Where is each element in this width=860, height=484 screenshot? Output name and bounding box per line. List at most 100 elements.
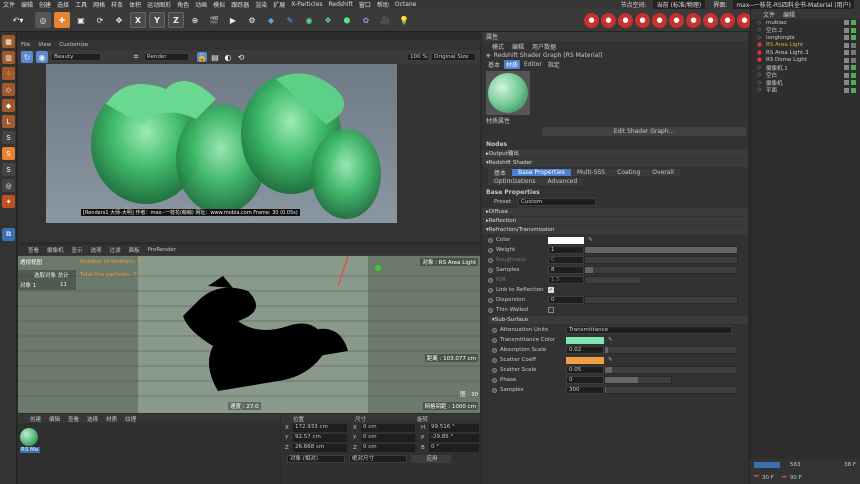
color-swatch[interactable] [566, 336, 604, 344]
material-name[interactable]: RS Ma [20, 447, 40, 453]
coord-position-field[interactable]: 92.57 cm [293, 434, 347, 442]
node-output[interactable]: ▸Output输出 [482, 150, 748, 158]
material-menu-item[interactable]: 查看 [68, 415, 79, 423]
menu-item[interactable]: 窗口 [359, 0, 371, 9]
object-name[interactable]: RS Area Light [766, 42, 844, 48]
render-settings-icon[interactable]: ⚙ [244, 12, 260, 28]
coord-rotation-field[interactable]: -29.85 ° [429, 434, 479, 442]
clear-icon[interactable]: ⟲ [236, 52, 246, 62]
object-visibility-icon[interactable] [844, 87, 849, 93]
shader-subtab[interactable]: Base Properties [512, 169, 571, 176]
link-reflection-checkbox[interactable]: ✓ [548, 287, 554, 293]
object-visibility-icon[interactable] [844, 35, 849, 41]
coord-position-field[interactable]: 172.933 cm [293, 424, 347, 432]
section-refraction[interactable]: ▾Refraction/Transmission [482, 226, 748, 234]
shader-subtab[interactable]: Coating [611, 169, 647, 176]
object-visibility-icon[interactable] [844, 27, 849, 33]
property-slider[interactable] [604, 376, 672, 384]
menu-item[interactable]: 跟踪器 [231, 0, 249, 9]
rs-proxy-icon[interactable]: ● [703, 12, 718, 28]
viewport-menu-item[interactable]: 摄像机 [47, 246, 64, 254]
material-menu-item[interactable]: 编辑 [49, 415, 60, 423]
object-visibility-icon[interactable] [844, 42, 849, 48]
rotate-icon[interactable]: ⟳ [92, 12, 108, 28]
attributes-tab[interactable]: 指定 [546, 60, 562, 69]
property-field[interactable]: 1.5 [548, 276, 584, 284]
object-tag-icon[interactable] [851, 42, 856, 48]
crop-icon[interactable]: ⌗ [131, 52, 141, 62]
timeline-bar[interactable] [754, 462, 780, 469]
render-menu-item[interactable]: File [21, 42, 30, 48]
object-tag-icon[interactable] [851, 50, 856, 56]
property-slider[interactable] [604, 386, 738, 394]
attenuation-select[interactable]: Transmittance [566, 326, 732, 334]
material-thumbnail[interactable] [20, 428, 38, 446]
attributes-tab[interactable]: 基本 [486, 60, 502, 69]
attributes-tab[interactable]: Editor [522, 61, 544, 68]
material-menu-item[interactable]: 材质 [106, 415, 117, 423]
scale-icon[interactable]: ▣ [73, 12, 89, 28]
material-menu-item[interactable]: 创建 [30, 415, 41, 423]
object-name[interactable]: longlongla [766, 35, 844, 41]
compare-icon[interactable]: ◐ [223, 52, 233, 62]
menu-item[interactable]: 运动图形 [147, 0, 171, 9]
ipr-button-icon[interactable]: ◉ [36, 51, 48, 63]
property-field[interactable]: 0 [548, 256, 584, 264]
viewport-menu-item[interactable]: 选项 [91, 246, 102, 254]
edit-shader-graph-button[interactable]: Edit Shader Graph... [542, 127, 746, 136]
menu-item[interactable]: 选择 [57, 0, 69, 9]
mode-texture-icon[interactable]: ▥ [2, 51, 15, 64]
zoom-field[interactable]: 100 % [407, 53, 429, 61]
object-name[interactable]: 平面 [766, 86, 844, 94]
coord-rotation-field[interactable]: 0 ° [429, 444, 479, 452]
coord-position-field[interactable]: 26.668 cm [293, 444, 347, 452]
cube-icon[interactable]: ◆ [263, 12, 279, 28]
cloner-icon[interactable]: ❖ [320, 12, 336, 28]
thin-walled-checkbox[interactable] [548, 307, 554, 313]
object-tag-icon[interactable] [851, 80, 856, 86]
render-region-icon[interactable]: 🎬 [206, 12, 222, 28]
select-icon[interactable]: ◎ [35, 12, 51, 28]
rs-render-icon[interactable]: ● [584, 12, 599, 28]
pen-icon[interactable]: ✎ [282, 12, 298, 28]
camera-icon[interactable]: 🎥 [377, 12, 393, 28]
object-name[interactable]: RS Area Light.3 [766, 50, 844, 56]
eyedropper-icon[interactable]: ✎ [588, 237, 593, 243]
property-field[interactable]: 300 [566, 386, 604, 394]
mode-model-icon[interactable]: ▦ [2, 35, 15, 48]
coord-size-mode-select[interactable]: 绝对尺寸 [349, 454, 407, 463]
object-visibility-icon[interactable] [844, 57, 849, 63]
transform-icon[interactable]: ✥ [111, 12, 127, 28]
snap-icon[interactable]: S [2, 131, 15, 144]
snapshot-icon[interactable]: ▤ [210, 52, 220, 62]
shader-subtab[interactable]: Advanced [541, 178, 584, 185]
rs-sun-icon[interactable]: ● [669, 12, 684, 28]
snap-settings-icon[interactable]: S [2, 147, 15, 160]
undo-icon[interactable]: ↶▾ [4, 12, 32, 28]
object-tag-icon[interactable] [851, 57, 856, 63]
menu-item[interactable]: 文件 [3, 0, 15, 9]
render-menu-item[interactable]: Customize [59, 42, 88, 48]
shader-subtab[interactable]: Optimizations [488, 178, 542, 185]
deformer-icon[interactable]: ⬢ [339, 12, 355, 28]
eyedropper-icon[interactable]: ✎ [608, 357, 613, 363]
object-visibility-icon[interactable] [844, 20, 849, 26]
object-menu-item[interactable]: 文件 [763, 10, 775, 19]
shader-subtab[interactable]: 基本 [488, 168, 513, 177]
object-tag-icon[interactable] [851, 35, 856, 41]
menu-item[interactable]: 网格 [93, 0, 105, 9]
material-item[interactable]: RS Ma [20, 428, 40, 453]
node-space-value[interactable]: 当前 (标准/物理) [652, 0, 706, 9]
coord-mode-select[interactable]: 对象 (相对) [287, 454, 345, 463]
render-menu-item[interactable]: View [38, 42, 51, 48]
axis-z-button[interactable]: Z [168, 12, 184, 28]
workplane-icon[interactable]: S [2, 163, 15, 176]
object-menu-item[interactable]: 编辑 [783, 10, 795, 19]
coord-size-field[interactable]: 0 cm [361, 434, 415, 442]
viewport-menu-item[interactable]: 面板 [129, 246, 140, 254]
object-tag-icon[interactable] [851, 72, 856, 78]
interface-value[interactable]: max--一枝花-RS四料全书-Material (用户) [733, 0, 854, 9]
viewport-menu-item[interactable]: 过滤 [110, 246, 121, 254]
menu-item[interactable]: 体积 [129, 0, 141, 9]
object-visibility-icon[interactable] [844, 50, 849, 56]
